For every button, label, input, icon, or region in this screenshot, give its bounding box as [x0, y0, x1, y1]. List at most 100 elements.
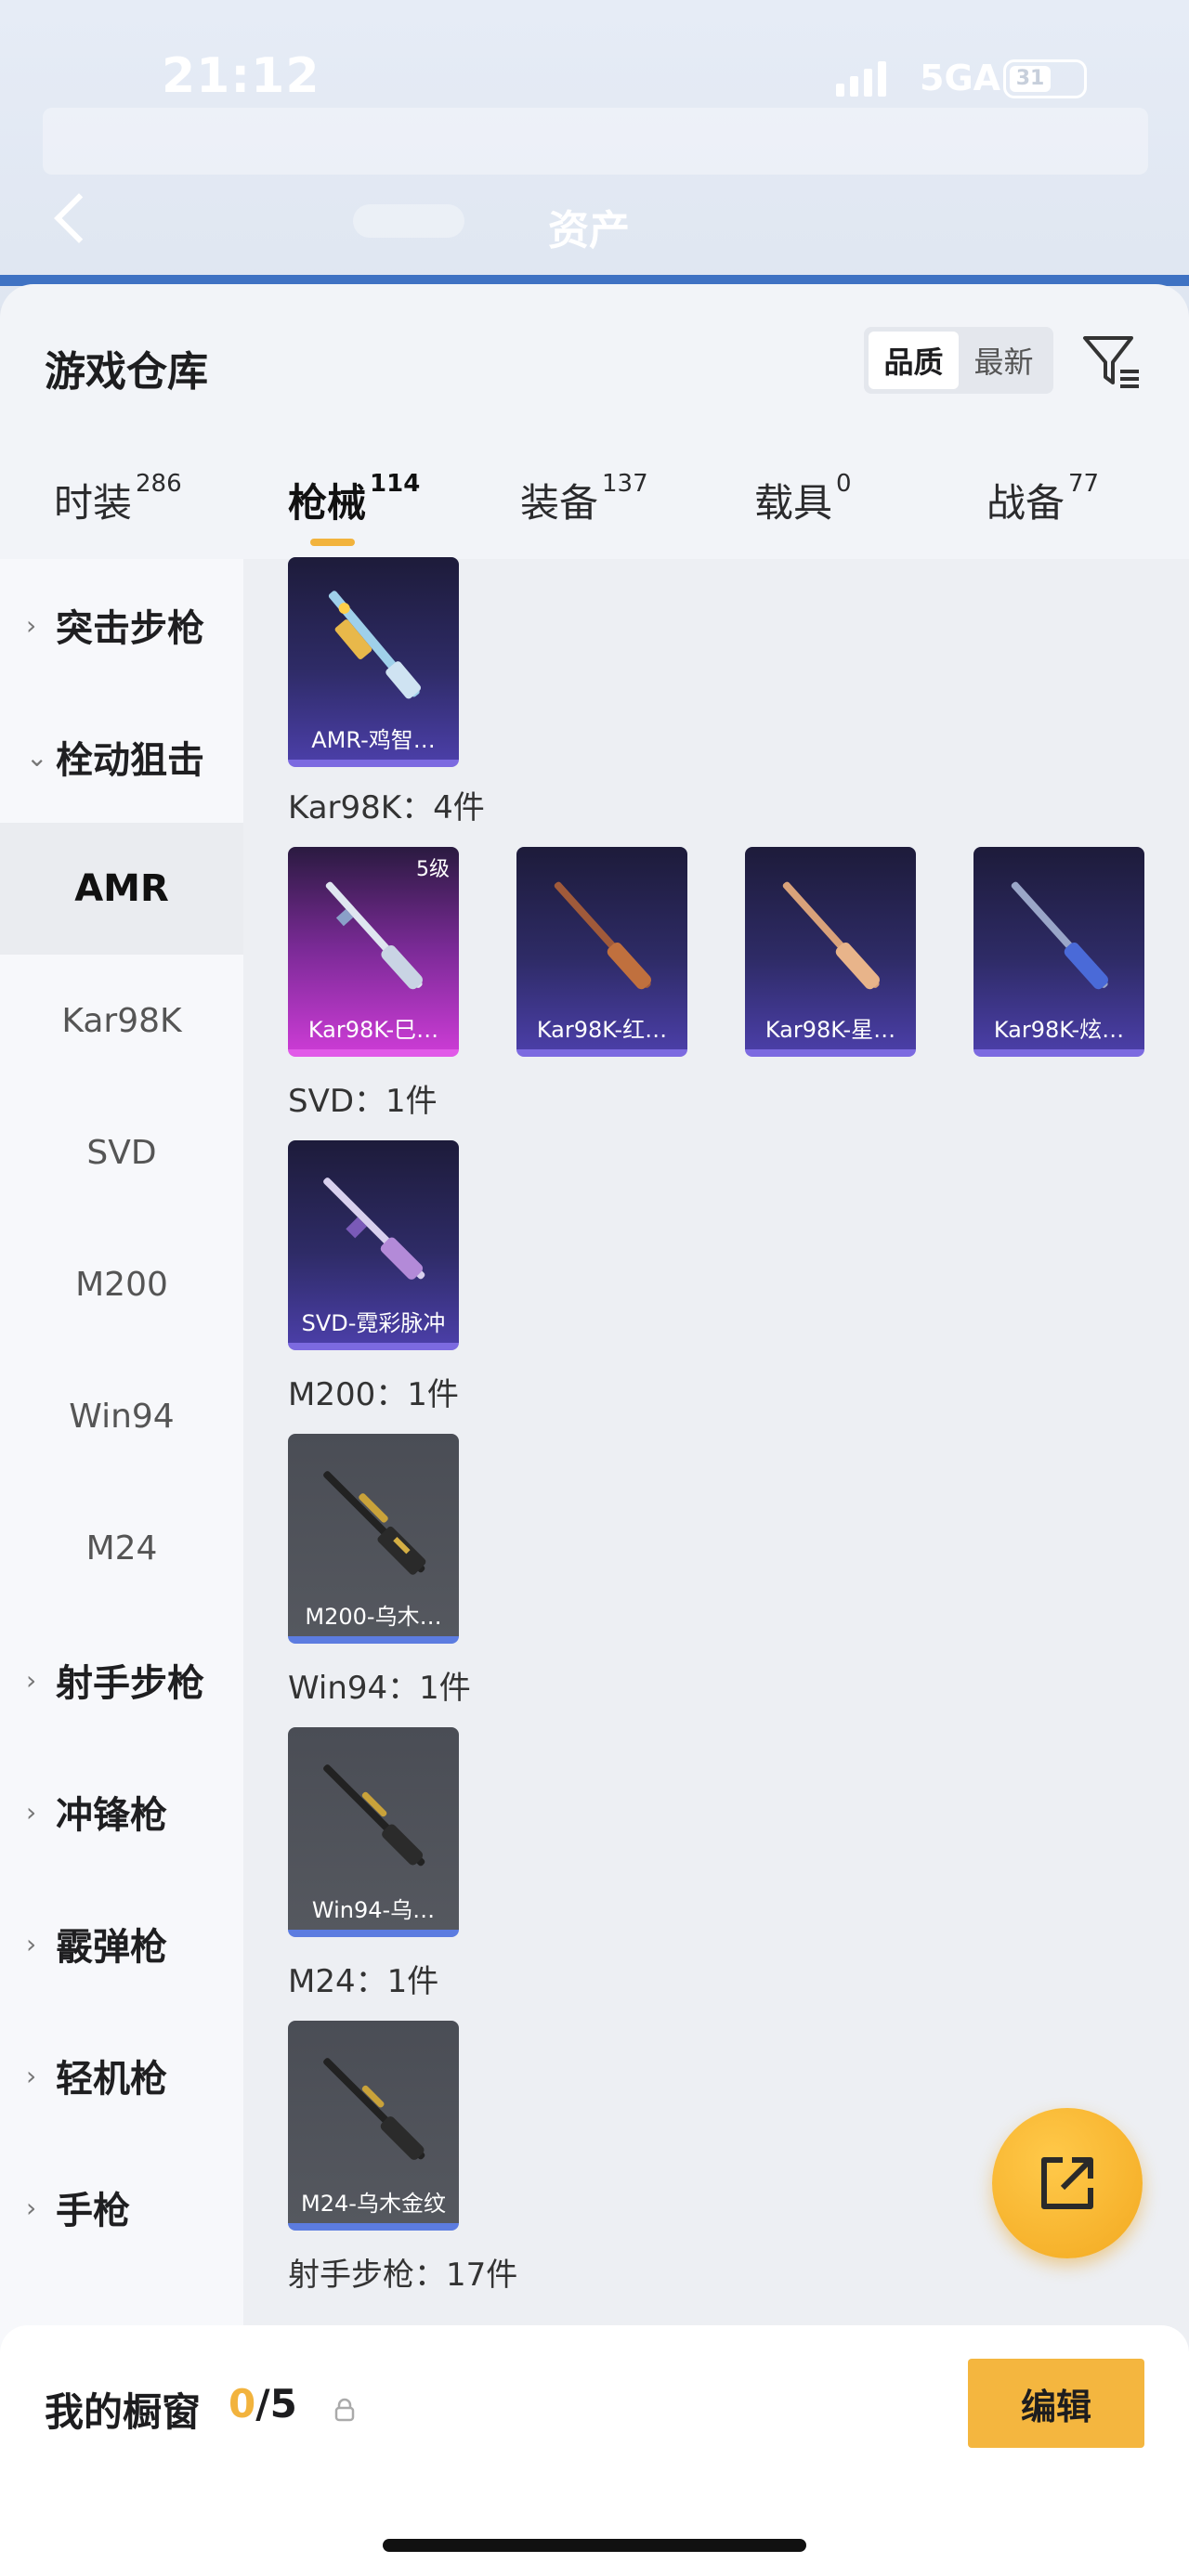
sidebar-item-label: SVD	[86, 1133, 157, 1172]
showcase-total: /5	[255, 2381, 297, 2426]
weapon-card[interactable]: M200-乌木…	[288, 1434, 459, 1644]
sidebar-item-label: AMR	[74, 867, 169, 910]
sidebar-item-marksman-rifle[interactable]: › 射手步枪	[0, 1614, 243, 1746]
section-heading-win94: Win94：1件	[288, 1670, 471, 1707]
weapon-card-label: M24-乌木金纹	[301, 2191, 446, 2217]
sidebar-item-svd[interactable]: SVD	[0, 1086, 243, 1218]
weapon-card-label: M200-乌木…	[305, 1604, 442, 1630]
category-tabs: 时装 286 枪械 114 装备 137 载具 0 战备 77	[0, 448, 1189, 550]
weapon-grid: AMR-鸡智… Kar98K：4件 5级 Kar98K-巳… Kar98K-红……	[243, 557, 1189, 2576]
tab-count: 0	[836, 470, 852, 498]
weapon-card[interactable]: Kar98K-星…	[745, 847, 916, 1057]
weapon-card[interactable]: Kar98K-红…	[516, 847, 687, 1057]
network-label: 5GA	[920, 58, 1001, 98]
sidebar-item-assault-rifle[interactable]: › 突击步枪	[0, 559, 243, 691]
section-heading-marksman: 射手步枪：17件	[288, 2257, 518, 2294]
tab-count: 77	[1068, 470, 1100, 498]
weapon-card[interactable]: Kar98K-炫…	[973, 847, 1144, 1057]
section-heading-m24: M24：1件	[288, 1963, 439, 2000]
weapon-card-label: Win94-乌…	[311, 1897, 436, 1923]
tab-label: 装备	[520, 480, 599, 526]
sidebar-item-bolt-sniper[interactable]: ⌄ 栓动狙击	[0, 691, 243, 823]
showcase-title: 我的橱窗	[45, 2389, 202, 2435]
header-tab-placeholder	[353, 204, 464, 238]
tab-label: 战备	[986, 480, 1065, 526]
sidebar-item-m200[interactable]: M200	[0, 1218, 243, 1350]
tab-weapons[interactable]: 枪械 114	[288, 470, 421, 528]
sidebar-item-pistol[interactable]: › 手枪	[0, 2141, 243, 2273]
tab-equipment[interactable]: 装备 137	[520, 470, 648, 528]
showcase-bar: 我的橱窗 0/5 编辑	[0, 2325, 1189, 2576]
rifle-icon	[1011, 881, 1108, 990]
sidebar-item-label: M200	[75, 1265, 168, 1304]
active-tab-indicator	[310, 539, 355, 546]
tab-count: 137	[602, 470, 648, 498]
tab-fashion[interactable]: 时装 286	[54, 470, 182, 528]
home-indicator	[383, 2539, 806, 2552]
weapon-card-label: Kar98K-红…	[536, 1017, 668, 1043]
tab-battle-gear[interactable]: 战备 77	[986, 470, 1100, 528]
section-heading-kar98k: Kar98K：4件	[288, 789, 485, 826]
sidebar-item-smg[interactable]: › 冲锋枪	[0, 1746, 243, 1878]
section-heading-m200: M200：1件	[288, 1376, 459, 1413]
tab-label: 载具	[754, 480, 833, 526]
share-icon	[1041, 2157, 1093, 2209]
chevron-right-icon: ›	[26, 1664, 37, 1696]
weapon-category-sidebar: › 突击步枪 ⌄ 栓动狙击 AMR Kar98K SVD M200 Win94 M2…	[0, 559, 243, 2576]
tab-count: 286	[136, 470, 182, 498]
sidebar-item-shotgun[interactable]: › 霰弹枪	[0, 1878, 243, 2010]
rifle-icon	[328, 591, 422, 699]
sidebar-item-label: 射手步枪	[56, 1662, 204, 1705]
weapon-card[interactable]: SVD-霓彩脉冲	[288, 1140, 459, 1350]
rifle-icon	[323, 1177, 425, 1280]
sidebar-item-label: 轻机枪	[56, 2058, 167, 2101]
rifle-icon	[323, 1471, 426, 1575]
weapon-card[interactable]: 5级 Kar98K-巳…	[288, 847, 459, 1057]
weapon-card-label: Kar98K-巳…	[307, 1017, 439, 1043]
tab-count: 114	[370, 470, 421, 498]
sidebar-item-amr[interactable]: AMR	[0, 823, 243, 955]
section-heading-svd: SVD：1件	[288, 1083, 438, 1120]
sidebar-item-label: 手枪	[56, 2190, 130, 2232]
sidebar-item-label: Win94	[69, 1397, 175, 1436]
chevron-right-icon: ›	[26, 609, 37, 641]
sidebar-item-label: M24	[85, 1529, 158, 1568]
chevron-down-icon: ⌄	[26, 741, 48, 773]
sidebar-item-m24[interactable]: M24	[0, 1482, 243, 1614]
weapon-card[interactable]: Win94-乌…	[288, 1727, 459, 1937]
sort-quality-button[interactable]: 品质	[869, 332, 959, 389]
sort-toggle: 品质 最新	[864, 327, 1053, 394]
sidebar-item-label: Kar98K	[61, 1001, 182, 1040]
lock-icon	[334, 2398, 355, 2422]
weapon-card-label: AMR-鸡智…	[311, 727, 436, 753]
chevron-right-icon: ›	[26, 2060, 37, 2091]
rifle-icon	[325, 881, 423, 990]
showcase-count: 0/5	[229, 2381, 297, 2426]
sidebar-item-win94[interactable]: Win94	[0, 1350, 243, 1482]
weapon-card[interactable]: M24-乌木金纹	[288, 2021, 459, 2231]
weapon-card[interactable]: AMR-鸡智…	[288, 557, 459, 767]
header-title: 资产	[548, 207, 630, 254]
sidebar-item-lmg[interactable]: › 轻机枪	[0, 2010, 243, 2141]
showcase-current: 0	[229, 2381, 256, 2426]
weapon-card-label: Kar98K-炫…	[993, 1017, 1125, 1043]
warehouse-title: 游戏仓库	[45, 348, 208, 396]
sidebar-item-label: 突击步枪	[56, 607, 204, 650]
edit-button[interactable]: 编辑	[968, 2359, 1144, 2448]
sort-newest-button[interactable]: 最新	[959, 332, 1049, 389]
weapon-card-label: Kar98K-星…	[764, 1017, 896, 1043]
sidebar-item-label: 冲锋枪	[56, 1794, 167, 1837]
filter-icon[interactable]	[1079, 329, 1143, 392]
chevron-right-icon: ›	[26, 1928, 37, 1959]
sidebar-item-label: 栓动狙击	[56, 739, 204, 782]
chevron-right-icon: ›	[26, 1796, 37, 1828]
back-arrow-icon[interactable]	[45, 191, 100, 247]
blurred-info-strip	[43, 108, 1148, 175]
share-button[interactable]	[992, 2108, 1143, 2258]
rifle-icon	[782, 881, 880, 990]
tab-label: 时装	[54, 480, 133, 526]
sidebar-item-kar98k[interactable]: Kar98K	[0, 955, 243, 1086]
sidebar-item-label: 霰弹枪	[56, 1926, 167, 1969]
signal-icon	[836, 61, 886, 97]
tab-vehicles[interactable]: 载具 0	[754, 470, 852, 528]
